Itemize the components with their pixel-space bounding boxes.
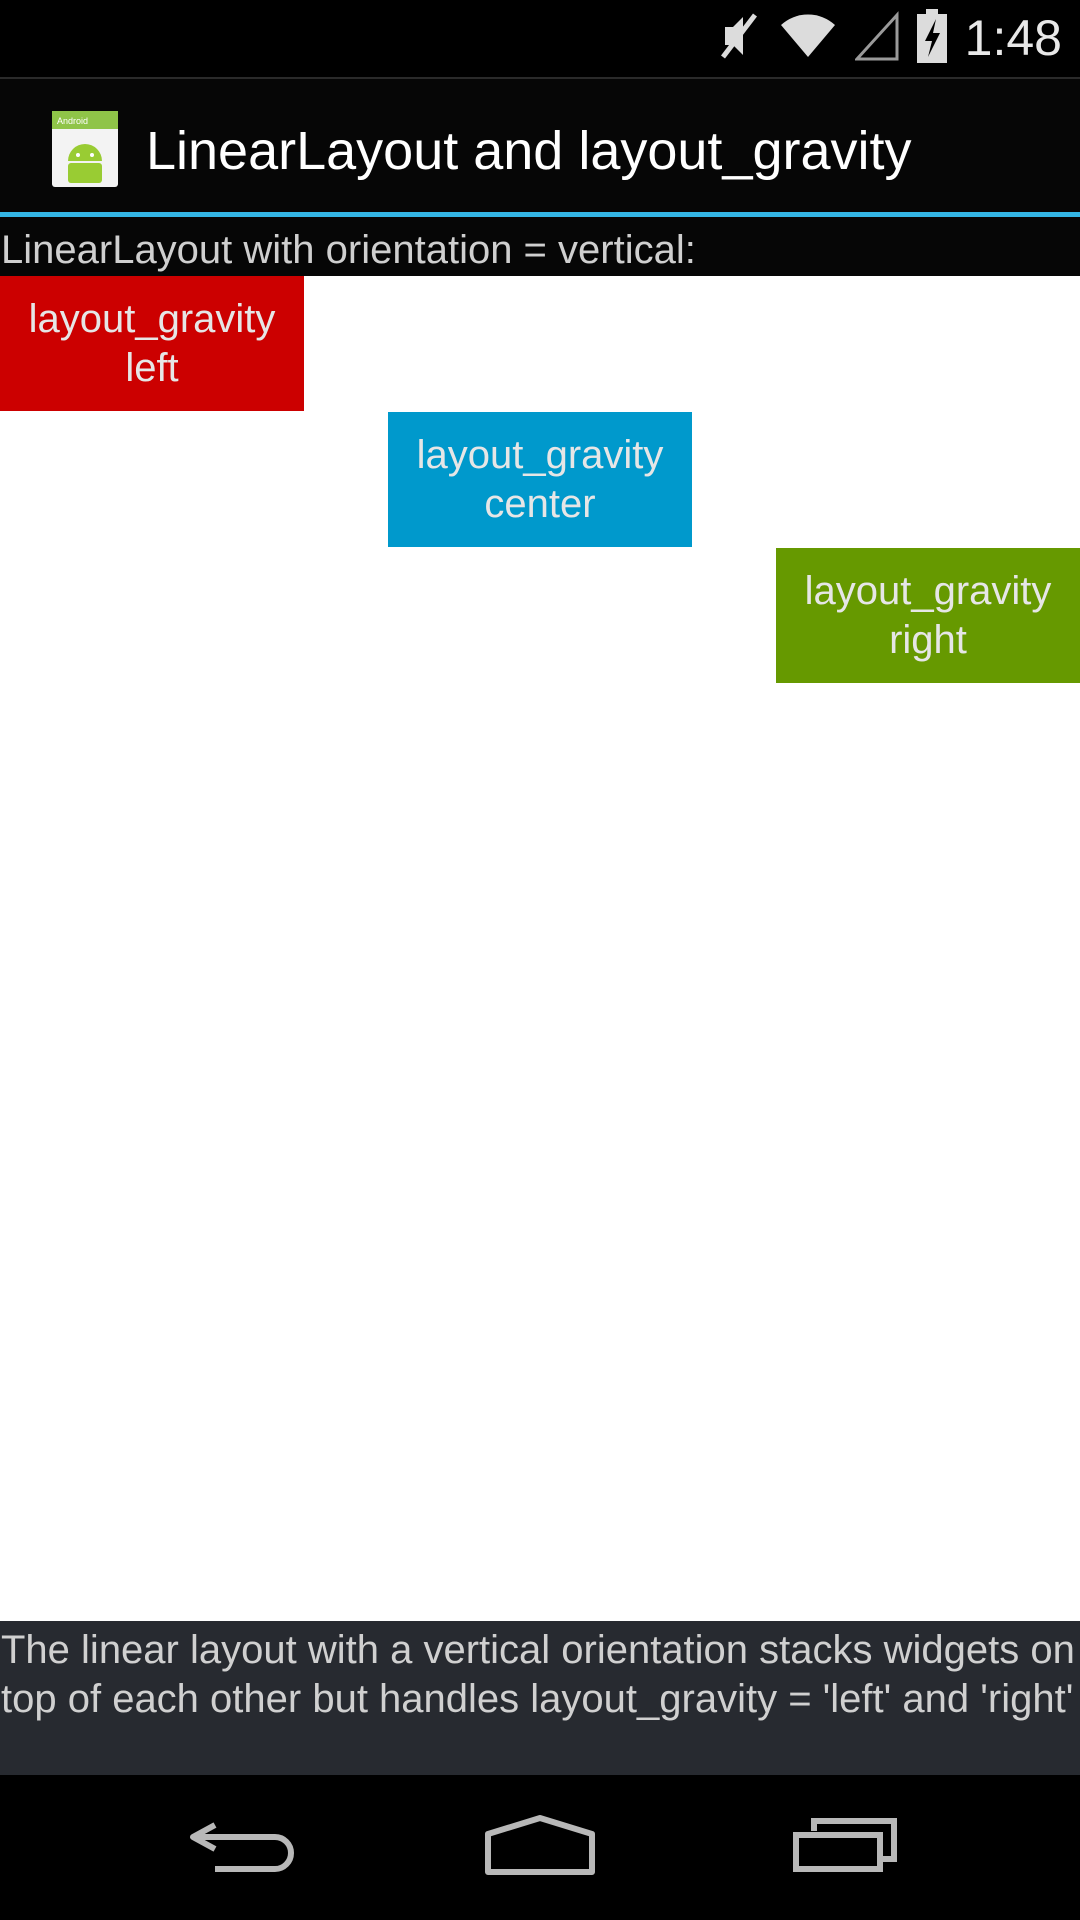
mute-icon bbox=[717, 11, 761, 66]
box-label-line2: right bbox=[889, 617, 967, 662]
status-icons: 1:48 bbox=[717, 0, 1062, 77]
cell-signal-icon bbox=[853, 11, 899, 66]
recents-button[interactable] bbox=[745, 1775, 945, 1920]
description-text: The linear layout with a vertical orient… bbox=[0, 1621, 1080, 1775]
back-icon bbox=[185, 1815, 295, 1880]
box-label-line1: layout_gravity bbox=[28, 296, 276, 341]
android-app-icon[interactable]: Android bbox=[50, 109, 120, 189]
phone-screen: 1:48 Android LinearLayout and layout_gra… bbox=[0, 0, 1080, 1920]
gravity-right-box: layout_gravity right bbox=[776, 548, 1080, 683]
header-label: LinearLayout with orientation = vertical… bbox=[0, 217, 1080, 276]
navigation-bar bbox=[0, 1775, 1080, 1920]
wifi-icon bbox=[779, 11, 837, 66]
battery-charging-icon bbox=[916, 9, 947, 68]
back-button[interactable] bbox=[140, 1775, 340, 1920]
gravity-center-box: layout_gravity center bbox=[388, 412, 692, 547]
page-title: LinearLayout and layout_gravity bbox=[146, 121, 912, 181]
action-bar: Android LinearLayout and layout_gravity bbox=[0, 77, 1080, 215]
gravity-left-box: layout_gravity left bbox=[0, 276, 304, 411]
content-area: layout_gravity left layout_gravity cente… bbox=[0, 276, 1080, 1621]
box-label-line2: center bbox=[484, 481, 596, 526]
status-time: 1:48 bbox=[964, 10, 1062, 66]
home-button[interactable] bbox=[440, 1775, 640, 1920]
svg-text:Android: Android bbox=[57, 116, 88, 126]
home-icon bbox=[484, 1814, 596, 1881]
box-label-line2: left bbox=[125, 345, 179, 390]
box-label-line1: layout_gravity bbox=[416, 432, 664, 477]
box-label-line1: layout_gravity bbox=[804, 568, 1052, 613]
recents-icon bbox=[792, 1817, 898, 1878]
status-bar: 1:48 bbox=[0, 0, 1080, 77]
